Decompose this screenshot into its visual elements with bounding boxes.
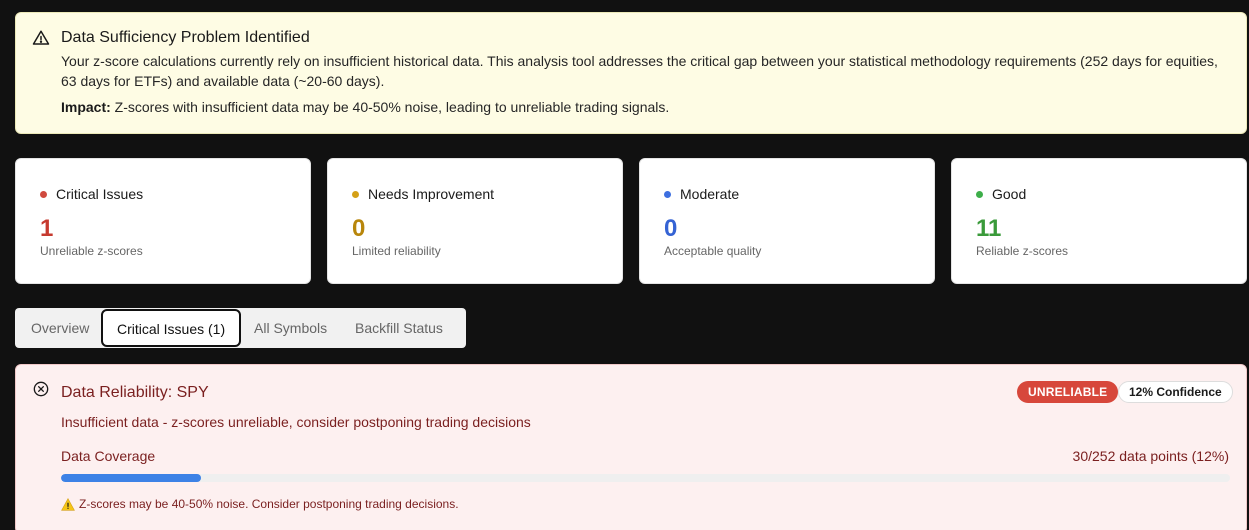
impact-text: Z-scores with insufficient data may be 4… [110,99,670,115]
status-dot-icon [352,190,359,198]
alert-body: Your z-score calculations currently rely… [61,53,1218,89]
card-subtitle: Reliable z-scores [976,244,1069,258]
data-sufficiency-alert: Data Sufficiency Problem Identified Your… [15,12,1247,134]
noise-warning: Z-scores may be 40-50% noise. Consider p… [61,497,459,511]
coverage-progress-fill [61,474,202,482]
card-label: Needs Improvement [368,186,495,202]
status-dot-icon [976,190,983,198]
card-critical-issues: Critical Issues 1 Unreliable z-scores [15,158,311,284]
card-header: Moderate [664,186,739,202]
warning-triangle-icon [32,30,50,45]
alert-title: Data Sufficiency Problem Identified [61,29,310,46]
alert-impact: Impact: Z-scores with insufficient data … [61,99,669,115]
card-moderate: Moderate 0 Acceptable quality [639,158,935,284]
x-circle-icon [33,381,49,397]
card-needs-improvement: Needs Improvement 0 Limited reliability [327,158,623,284]
card-header: Critical Issues [40,186,143,202]
status-dot-icon [664,190,671,198]
card-good: Good 11 Reliable z-scores [951,158,1247,284]
card-header: Needs Improvement [352,186,494,202]
impact-label: Impact: [61,99,111,115]
warning-text: Z-scores may be 40-50% noise. Consider p… [79,497,459,511]
tab-overview[interactable]: Overview [31,308,89,348]
tab-bar: Overview Critical Issues (1) All Symbols… [15,308,466,348]
card-value: 11 [976,215,1002,242]
card-value: 0 [664,215,678,242]
status-dot-icon [40,190,47,198]
card-subtitle: Acceptable quality [664,244,762,258]
warning-emoji-icon [61,497,75,511]
panel-description: Insufficient data - z-scores unreliable,… [61,414,531,430]
reliability-panel-spy: Data Reliability: SPY UNRELIABLE 12% Con… [15,364,1247,530]
card-subtitle: Unreliable z-scores [40,244,143,258]
panel-title: Data Reliability: SPY [61,384,209,401]
tab-all-symbols[interactable]: All Symbols [254,308,327,348]
coverage-progress-bar [61,474,1230,482]
card-label: Good [992,186,1027,202]
card-subtitle: Limited reliability [352,244,441,258]
card-header: Good [976,186,1026,202]
tab-backfill-status[interactable]: Backfill Status [355,308,443,348]
unreliable-badge: UNRELIABLE [1017,381,1119,403]
coverage-label: Data Coverage [61,448,156,464]
confidence-badge: 12% Confidence [1118,381,1233,403]
card-label: Moderate [680,186,740,202]
coverage-value: 30/252 data points (12%) [1072,448,1229,464]
card-value: 0 [352,215,366,242]
card-value: 1 [40,215,54,242]
tab-critical-issues[interactable]: Critical Issues (1) [101,309,242,347]
card-label: Critical Issues [56,186,144,202]
